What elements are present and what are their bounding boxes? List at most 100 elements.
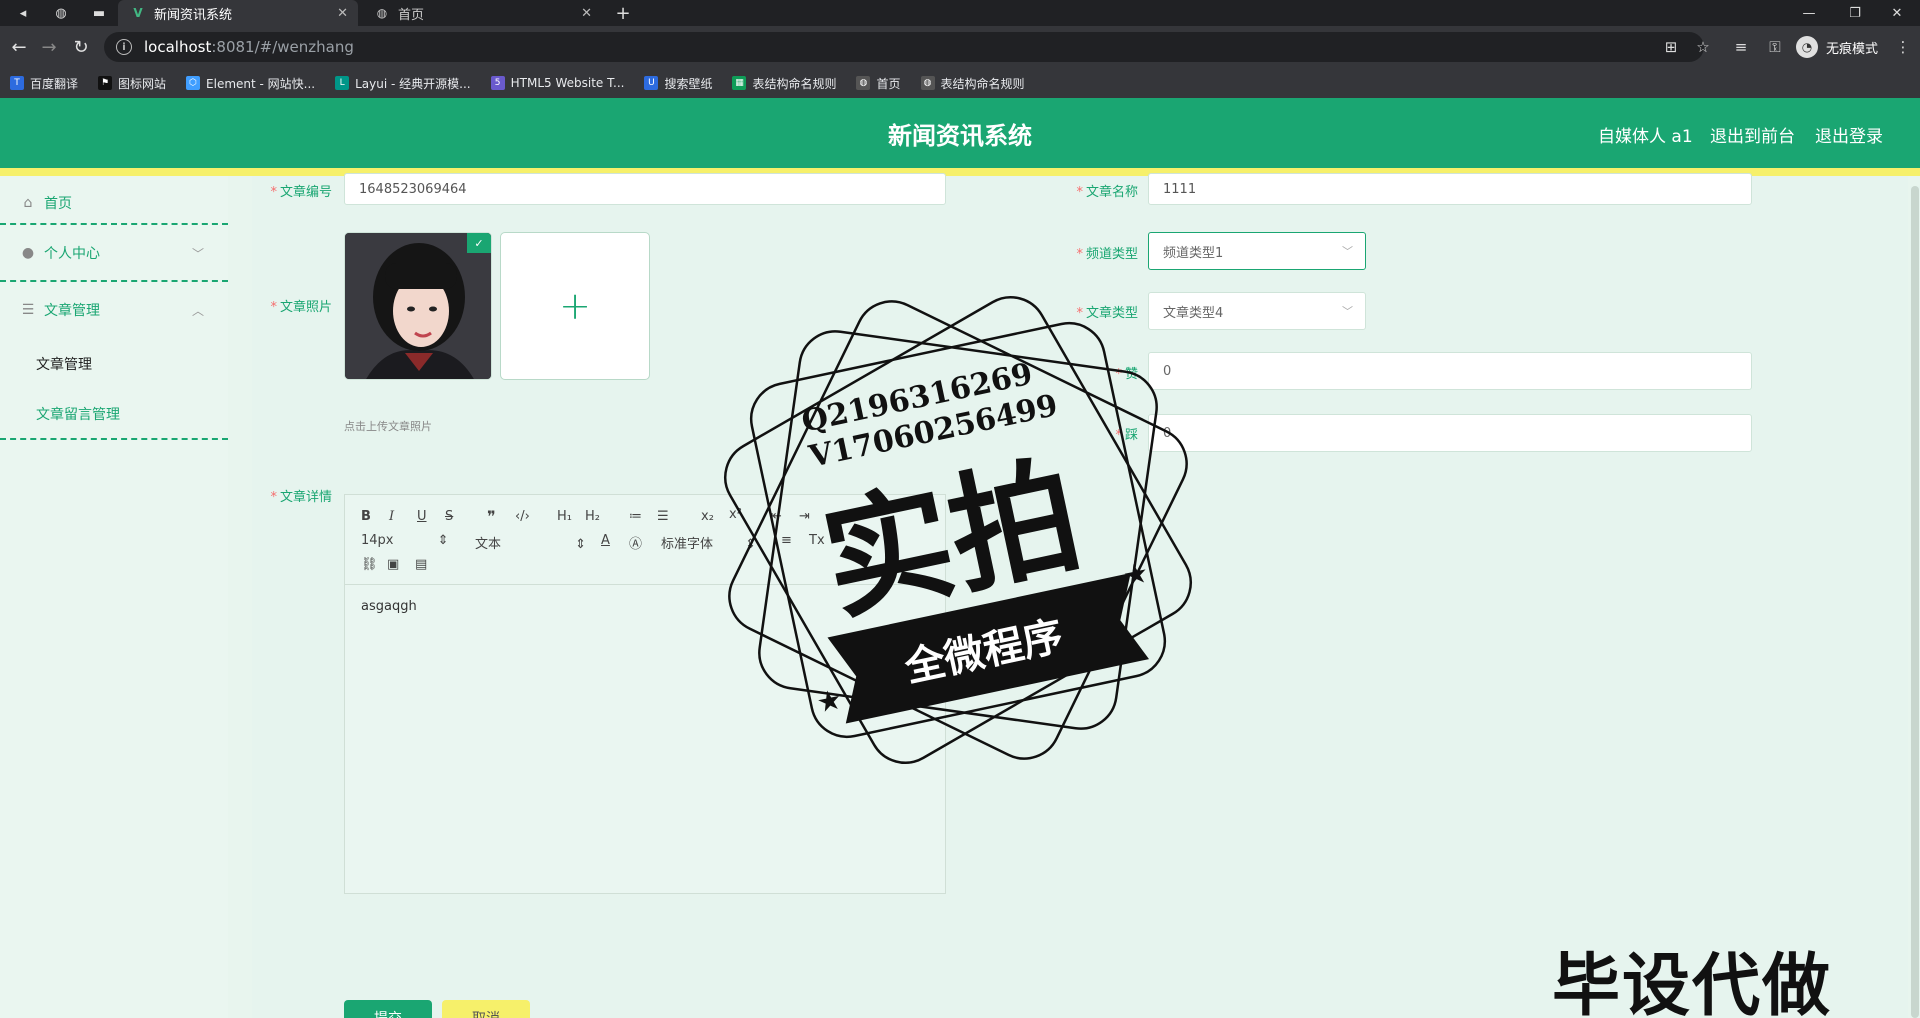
channel-select[interactable]: 频道类型1 ﹀ [1148, 232, 1366, 270]
article-name-label: * 文章名称 [1076, 185, 1138, 200]
field5-input[interactable]: 0 [1148, 352, 1752, 390]
bookmark-item[interactable]: L Layui - 经典开源模... [335, 75, 471, 92]
article-no-input[interactable]: 1648523069464 [344, 173, 946, 205]
cancel-button[interactable]: 取消 [442, 1000, 530, 1018]
menu-divider [0, 223, 228, 225]
url-host: localhost [144, 38, 212, 56]
window-icon[interactable]: ▬ [80, 0, 118, 26]
translate-icon[interactable]: ⊞ [1658, 34, 1684, 60]
corner-watermark: 毕设代做 [1552, 947, 1833, 1018]
quote-icon[interactable]: ❞ [487, 507, 496, 526]
upload-add-button[interactable]: + [500, 232, 650, 380]
code-icon[interactable]: ‹/› [515, 509, 530, 524]
select-value: 频道类型1 [1163, 245, 1224, 261]
user-icon: ● [21, 245, 35, 261]
underline-icon[interactable]: U [417, 509, 427, 524]
incognito-badge[interactable]: ◔ 无痕模式 [1796, 34, 1878, 60]
current-user: 自媒体人 a1 [1598, 127, 1693, 147]
bookmark-item[interactable]: 5 HTML5 Website T... [490, 76, 624, 90]
address-bar-row: ← → ↻ i localhost:8081/#/wenzhang ⊞ ☆ ≡ … [0, 26, 1920, 68]
sidebar-item-home[interactable]: ⌂ 首页 [0, 176, 228, 230]
reload-icon[interactable]: ↻ [68, 34, 94, 60]
stamp-graphic: Q2196316269 V17060256499 实拍 全微程序 ★ ★ [724, 296, 1192, 764]
tab-title: 新闻资讯系统 [154, 7, 233, 23]
bookmark-item[interactable]: ▦ 表结构命名规则 [732, 75, 836, 92]
tab-home[interactable]: ◍ 首页 ✕ [362, 0, 602, 26]
vue-logo-icon: V [133, 6, 143, 20]
article-name-input[interactable]: 1111 [1148, 173, 1752, 205]
home-icon: ⌂ [23, 195, 33, 211]
italic-icon[interactable]: I [389, 509, 394, 524]
channel-label: * 频道类型 [1076, 247, 1138, 262]
h2-icon[interactable]: H₂ [585, 509, 600, 524]
editor-content[interactable]: asgaqgh [361, 599, 417, 614]
font-color-icon[interactable]: A [601, 533, 610, 548]
layui-logo-icon: L [335, 76, 350, 90]
font-size-select[interactable]: 14px ⇕ [361, 533, 449, 548]
uploaded-photo[interactable]: ✓ [344, 232, 492, 380]
reading-list-icon[interactable]: ≡ [1728, 34, 1754, 60]
back-icon[interactable]: ← [6, 34, 32, 60]
bookmark-item[interactable]: ◍ 表结构命名规则 [920, 75, 1025, 92]
incognito-label: 无痕模式 [1826, 41, 1879, 57]
plus-icon: + [559, 284, 591, 328]
sidebar-item-label: 文章管理 [44, 303, 100, 319]
chevron-down-icon: ﹀ [191, 246, 204, 261]
bold-icon[interactable]: B [361, 509, 371, 524]
globe-icon[interactable]: ◍ [42, 0, 80, 26]
watermark-stamp: Q2196316269 V17060256499 实拍 全微程序 ★ ★ [718, 290, 1198, 770]
key-icon[interactable]: ⚿ [1762, 34, 1788, 60]
bookmark-item[interactable]: U 搜索壁纸 [644, 75, 712, 92]
chevron-down-icon: ﹀ [1342, 245, 1353, 258]
subscript-icon[interactable]: x₂ [701, 509, 714, 524]
strike-icon[interactable]: S [445, 509, 453, 524]
url-input[interactable]: i localhost:8081/#/wenzhang [104, 32, 1704, 62]
paragraph-select[interactable]: 文本 ⇕ [475, 533, 586, 552]
restore-icon[interactable]: ❐ [1832, 0, 1878, 26]
bookmark-item[interactable]: ◍ 首页 [856, 75, 901, 92]
element-logo-icon: ⬡ [186, 76, 201, 90]
sidebar-item-label: 个人中心 [44, 246, 100, 262]
bookmark-item[interactable]: ⬡ Element - 网站快... [186, 75, 315, 92]
incognito-icon: ◔ [1796, 36, 1818, 58]
globe-icon: ◍ [920, 76, 935, 90]
image-icon[interactable]: ▣ [387, 557, 399, 572]
site-info-icon[interactable]: i [116, 39, 132, 55]
close-icon[interactable]: ✕ [337, 6, 348, 21]
menu-dots-icon[interactable]: ⋮ [1890, 34, 1916, 60]
submit-button[interactable]: 提交 [344, 1000, 432, 1018]
h1-icon[interactable]: H₁ [557, 509, 572, 524]
video-icon[interactable]: ▤ [415, 557, 427, 572]
sheet-icon: ▦ [732, 76, 747, 90]
mute-icon[interactable]: ◂ [4, 0, 42, 26]
field6-input[interactable]: 0 [1148, 414, 1752, 452]
scrollbar-thumb[interactable] [1911, 186, 1919, 1018]
close-icon[interactable]: ✕ [581, 6, 592, 21]
sidebar-sub-comment[interactable]: 文章留言管理 [36, 404, 120, 424]
bookmark-item[interactable]: ⚑ 图标网站 [98, 75, 166, 92]
sidebar-sub-article[interactable]: 文章管理 [36, 354, 92, 374]
bookmark-item[interactable]: T 百度翻译 [10, 75, 78, 92]
translate-icon: T [10, 76, 24, 90]
new-tab-icon[interactable]: + [610, 0, 636, 26]
back-to-front-link[interactable]: 退出到前台 [1710, 122, 1795, 147]
scrollbar[interactable] [1910, 186, 1920, 1018]
sliders-icon: ☰ [21, 302, 35, 318]
link-icon[interactable]: ⛓ [361, 557, 378, 572]
sidebar-item-article-mgmt[interactable]: ☰ 文章管理 ︿ [0, 283, 228, 337]
url-path: :8081/#/wenzhang [211, 38, 354, 56]
globe-icon: ◍ [856, 76, 871, 90]
logout-link[interactable]: 退出登录 [1815, 122, 1883, 147]
tab-news-system[interactable]: V 新闻资讯系统 ✕ [118, 0, 358, 26]
minimize-icon[interactable]: — [1786, 0, 1832, 26]
bg-color-icon[interactable]: Ⓐ [629, 533, 642, 552]
close-window-icon[interactable]: ✕ [1874, 0, 1920, 26]
bullet-list-icon[interactable]: ☰ [657, 509, 669, 524]
menu-divider [0, 438, 228, 440]
star-icon[interactable]: ☆ [1690, 34, 1716, 60]
sidebar-item-personal[interactable]: ● 个人中心 ﹀ [0, 226, 228, 280]
forward-icon[interactable]: → [36, 34, 62, 60]
browser-tab-bar: ◂ ◍ ▬ V 新闻资讯系统 ✕ ◍ 首页 ✕ + — ❐ ✕ [0, 0, 1920, 26]
ordered-list-icon[interactable]: ≔ [629, 509, 642, 524]
wallpaper-icon: U [644, 76, 659, 90]
